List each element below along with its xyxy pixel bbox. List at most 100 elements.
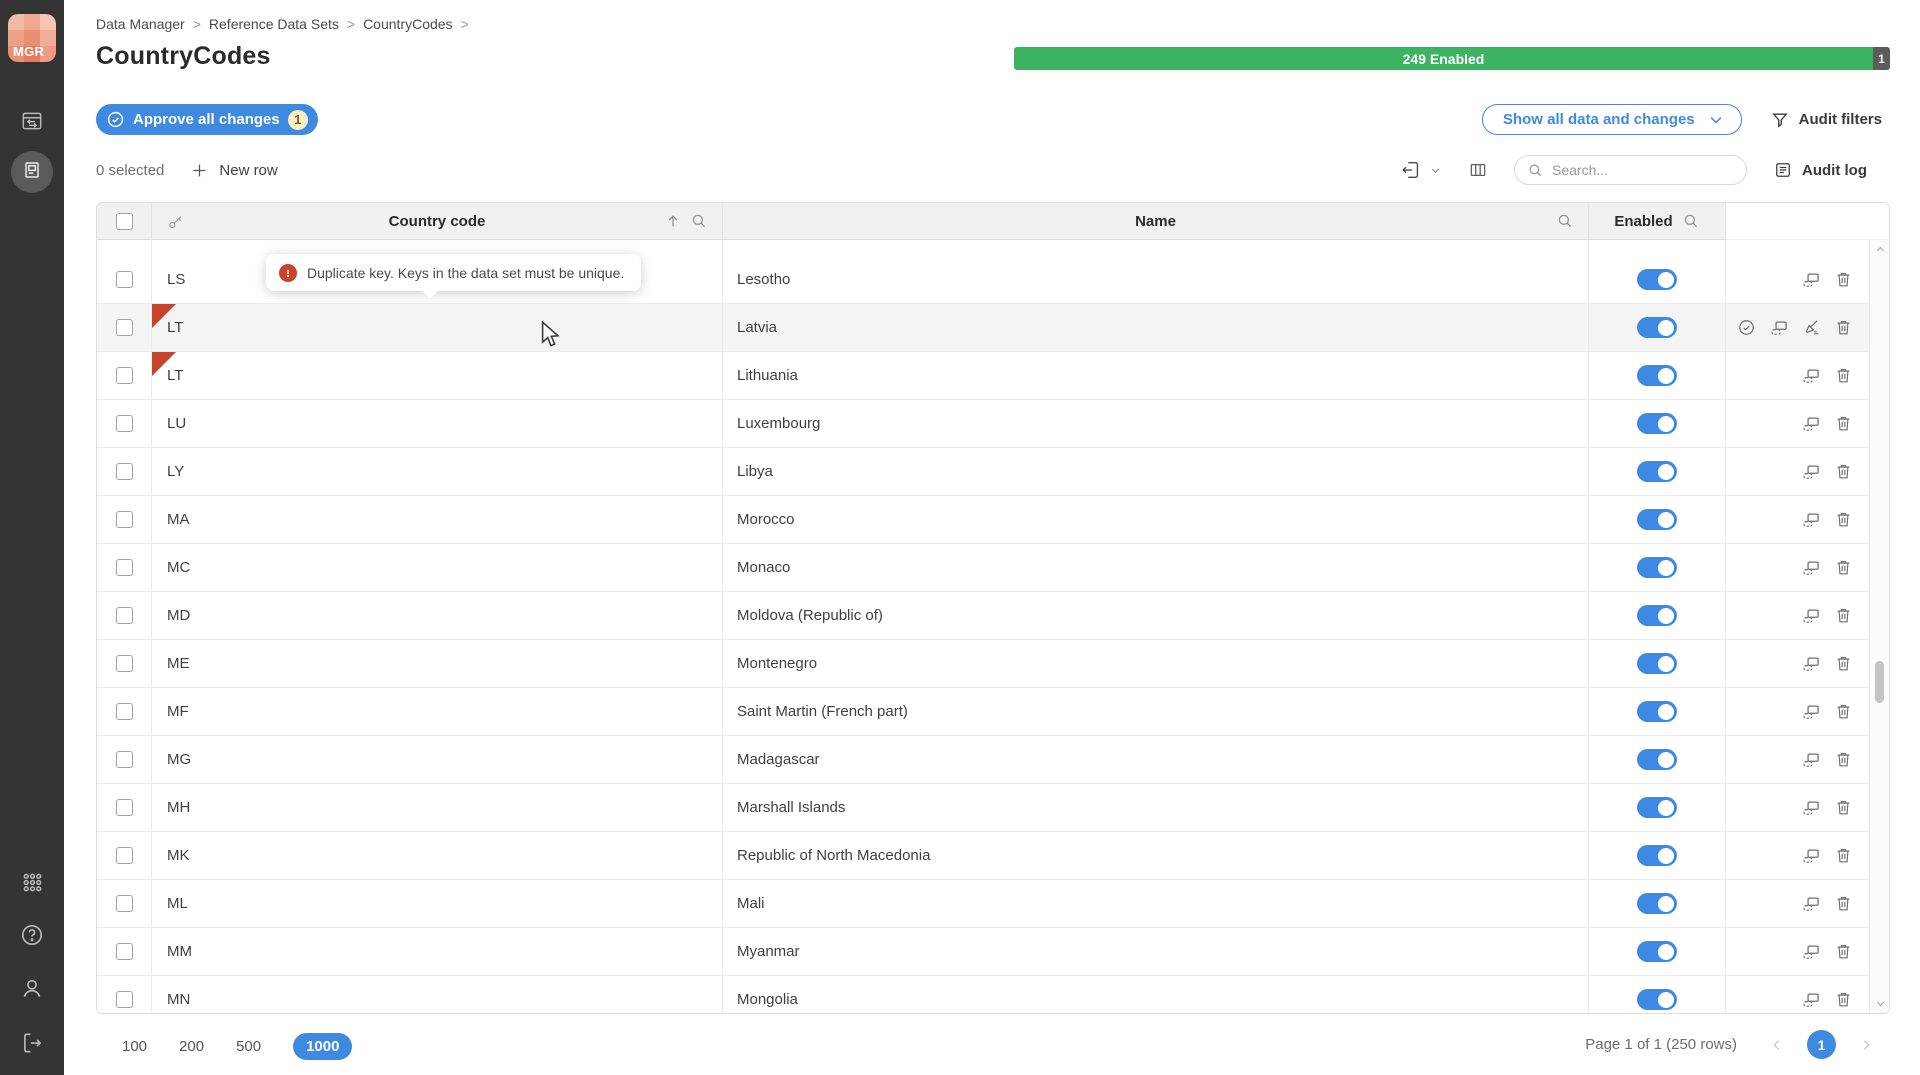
enabled-toggle[interactable] [1637,605,1677,626]
duplicate-row-icon[interactable] [1801,414,1821,434]
delete-row-icon[interactable] [1834,846,1853,865]
duplicate-row-icon[interactable] [1801,558,1821,578]
country-code-cell[interactable]: ML [152,880,723,928]
sidebar-item-reference-data-active[interactable] [11,151,53,193]
breadcrumb-item[interactable]: Reference Data Sets > [209,16,355,32]
delete-row-icon[interactable] [1834,798,1853,817]
country-code-cell[interactable]: LT [152,352,723,400]
enabled-toggle[interactable] [1637,269,1677,290]
enabled-toggle[interactable] [1637,989,1677,1010]
duplicate-row-icon[interactable] [1801,750,1821,770]
enabled-toggle[interactable] [1637,941,1677,962]
breadcrumb-item[interactable]: Data Manager > [96,16,201,32]
duplicate-row-icon[interactable] [1801,702,1821,722]
scrollbar-thumb[interactable] [1875,661,1884,703]
row-checkbox[interactable] [116,463,133,480]
row-checkbox[interactable] [116,799,133,816]
duplicate-row-icon[interactable] [1801,270,1821,290]
row-checkbox[interactable] [116,607,133,624]
duplicate-row-icon[interactable] [1801,846,1821,866]
scroll-down-arrow[interactable] [1873,998,1887,1009]
delete-row-icon[interactable] [1834,558,1853,577]
row-checkbox[interactable] [116,751,133,768]
enabled-toggle[interactable] [1637,413,1677,434]
chevron-left-icon[interactable] [1769,1037,1785,1053]
enabled-toggle[interactable] [1637,365,1677,386]
delete-row-icon[interactable] [1834,654,1853,673]
country-code-cell[interactable]: ME [152,640,723,688]
country-code-header-cell[interactable]: Country code [152,203,723,240]
search-input[interactable] [1552,162,1722,178]
columns-icon[interactable] [1468,160,1488,180]
country-code-cell[interactable]: MG [152,736,723,784]
country-code-cell[interactable]: LT [152,304,723,352]
country-code-cell[interactable]: MD [152,592,723,640]
clear-row-icon[interactable] [1802,318,1821,337]
name-cell[interactable]: Mongolia [723,976,1589,1014]
sort-up-icon[interactable] [664,212,682,234]
duplicate-row-icon[interactable] [1801,462,1821,482]
name-cell[interactable]: Lesotho [723,256,1589,304]
vertical-scrollbar[interactable] [1869,240,1889,1013]
approve-all-changes-button[interactable]: Approve all changes 1 [96,104,318,135]
search-icon[interactable] [1682,212,1700,230]
row-checkbox[interactable] [116,367,133,384]
search-icon[interactable] [1556,212,1574,234]
new-row-button[interactable]: New row [190,161,277,180]
name-cell[interactable]: Luxembourg [723,400,1589,448]
sidebar-item-apps[interactable] [0,870,64,900]
name-cell[interactable]: Mali [723,880,1589,928]
name-cell[interactable]: Libya [723,448,1589,496]
enabled-toggle[interactable] [1637,893,1677,914]
page-size-button[interactable]: 500 [236,1038,261,1055]
name-cell[interactable]: Montenegro [723,640,1589,688]
duplicate-row-icon[interactable] [1769,318,1789,338]
search-icon[interactable] [690,212,708,234]
enabled-toggle[interactable] [1637,797,1677,818]
country-code-cell[interactable]: MM [152,928,723,976]
enabled-toggle[interactable] [1637,509,1677,530]
row-checkbox[interactable] [116,655,133,672]
delete-row-icon[interactable] [1834,270,1853,289]
delete-row-icon[interactable] [1834,318,1853,337]
enabled-toggle[interactable] [1637,701,1677,722]
row-checkbox[interactable] [116,991,133,1008]
delete-row-icon[interactable] [1834,414,1853,433]
enabled-toggle[interactable] [1637,557,1677,578]
duplicate-row-icon[interactable] [1801,366,1821,386]
sidebar-item-data-sets[interactable] [0,108,64,139]
page-size-button[interactable]: 200 [179,1038,204,1055]
name-cell[interactable]: Saint Martin (French part) [723,688,1589,736]
approve-row-icon[interactable] [1737,318,1756,337]
breadcrumb-label[interactable]: Data Manager [96,16,185,32]
country-code-cell[interactable]: LY [152,448,723,496]
name-cell[interactable]: Lithuania [723,352,1589,400]
row-checkbox[interactable] [116,895,133,912]
duplicate-row-icon[interactable] [1801,510,1821,530]
name-cell[interactable]: Myanmar [723,928,1589,976]
country-code-cell[interactable]: MH [152,784,723,832]
enabled-toggle[interactable] [1637,749,1677,770]
duplicate-row-icon[interactable] [1801,654,1821,674]
row-checkbox[interactable] [116,847,133,864]
breadcrumb-label[interactable]: CountryCodes [363,16,453,32]
enabled-toggle[interactable] [1637,845,1677,866]
sidebar-item-profile[interactable] [0,975,64,1006]
page-size-button[interactable]: 1000 [293,1033,352,1060]
delete-row-icon[interactable] [1834,942,1853,961]
duplicate-row-icon[interactable] [1801,606,1821,626]
delete-row-icon[interactable] [1834,366,1853,385]
country-code-cell[interactable]: MF [152,688,723,736]
duplicate-row-icon[interactable] [1801,894,1821,914]
row-checkbox[interactable] [116,943,133,960]
name-cell[interactable]: Madagascar [723,736,1589,784]
name-cell[interactable]: Monaco [723,544,1589,592]
chevron-right-icon[interactable] [1858,1037,1874,1053]
delete-row-icon[interactable] [1834,462,1853,481]
select-all-checkbox[interactable] [116,213,133,230]
delete-row-icon[interactable] [1834,990,1853,1009]
delete-row-icon[interactable] [1834,750,1853,769]
name-cell[interactable]: Marshall Islands [723,784,1589,832]
breadcrumb-label[interactable]: Reference Data Sets [209,16,339,32]
app-logo[interactable]: MGR [8,14,56,62]
